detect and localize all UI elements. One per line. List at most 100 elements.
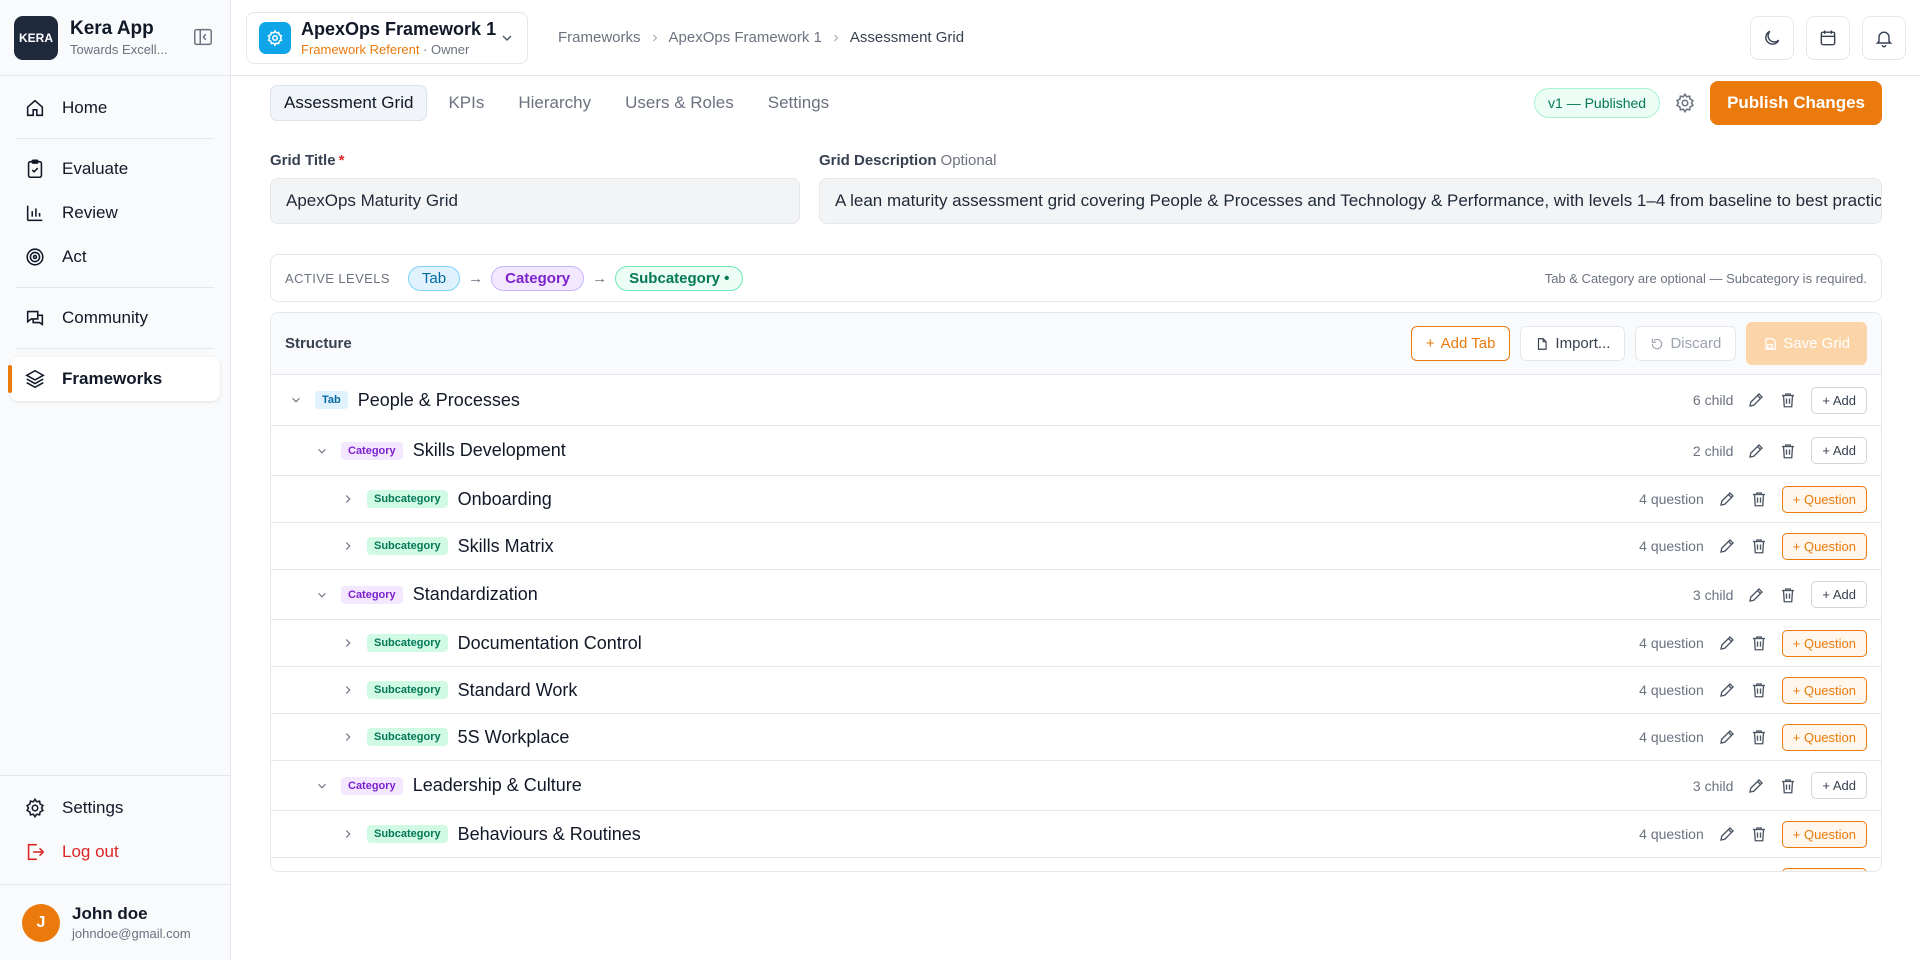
tree-row-category[interactable]: Category Leadership & Culture 3 child + Add	[271, 761, 1881, 811]
edit-icon[interactable]	[1718, 490, 1736, 508]
discard-button[interactable]: Discard	[1635, 326, 1737, 361]
trash-icon[interactable]	[1750, 728, 1768, 746]
tab-assessment-grid[interactable]: Assessment Grid	[270, 85, 428, 121]
add-child-button[interactable]: + Add	[1811, 437, 1867, 464]
notifications-button[interactable]	[1862, 15, 1906, 60]
tab-hierarchy[interactable]: Hierarchy	[505, 86, 604, 120]
level-pill-tab[interactable]: Tab	[407, 265, 461, 291]
grid-title-label: Grid Title *	[270, 152, 800, 169]
sidebar-item-settings[interactable]: Settings	[10, 786, 220, 830]
trash-icon[interactable]	[1779, 777, 1797, 795]
import-button[interactable]: Import...	[1520, 326, 1626, 361]
tree-row-subcategory[interactable]: Subcategory Skills Matrix 4 question + Ques…	[271, 523, 1881, 570]
chevron-down-icon[interactable]	[315, 444, 329, 458]
trash-icon[interactable]	[1750, 681, 1768, 699]
add-question-button[interactable]: + Question	[1781, 629, 1867, 657]
add-question-button[interactable]: + Question	[1781, 485, 1867, 513]
add-question-button[interactable]: + Question	[1781, 820, 1867, 848]
edit-icon[interactable]	[1718, 537, 1736, 555]
sidebar-item-frameworks[interactable]: Frameworks	[8, 357, 220, 401]
clipboard-icon	[24, 158, 46, 180]
add-child-button[interactable]: + Add	[1811, 772, 1867, 799]
chevron-right-icon[interactable]	[341, 827, 355, 841]
save-grid-button[interactable]: Save Grid	[1746, 322, 1867, 365]
trash-icon[interactable]	[1750, 634, 1768, 652]
tree-row-tab[interactable]: Tab People & Processes 6 child + Add	[271, 375, 1881, 426]
chevron-right-icon[interactable]	[341, 636, 355, 650]
row-title: Behaviours & Routines	[457, 823, 641, 844]
trash-icon[interactable]	[1750, 825, 1768, 843]
status-badge: v1 — Published	[1534, 88, 1661, 118]
breadcrumb-framework[interactable]: ApexOps Framework 1	[669, 29, 822, 46]
topbar: ApexOps Framework 1 Framework Referent ·…	[231, 0, 1920, 76]
tab-kpis[interactable]: KPIs	[435, 86, 497, 120]
logout-button[interactable]: Log out	[10, 830, 220, 874]
app-name: Kera App	[70, 18, 154, 39]
row-title: Documentation Control	[457, 632, 642, 653]
tab-users-roles[interactable]: Users & Roles	[612, 86, 747, 120]
sidebar-item-community[interactable]: Community	[10, 296, 220, 340]
level-pill-category[interactable]: Category	[491, 265, 585, 291]
tree-row-subcategory[interactable]: SubcategoryVision & Direction4 question+…	[271, 858, 1881, 871]
tree-row-subcategory[interactable]: Subcategory Onboarding 4 question + Questio…	[271, 476, 1881, 523]
trash-icon[interactable]	[1750, 490, 1768, 508]
trash-icon[interactable]	[1779, 391, 1797, 409]
chevron-down-icon[interactable]	[315, 779, 329, 793]
edit-icon[interactable]	[1747, 586, 1765, 604]
level-badge: Subcategory	[367, 728, 448, 746]
page-tabs: Assessment Grid KPIs Hierarchy Users & R…	[270, 76, 1882, 130]
edit-icon[interactable]	[1747, 391, 1765, 409]
add-tab-button[interactable]: + Add Tab	[1410, 326, 1511, 361]
chevron-right-icon[interactable]	[341, 683, 355, 697]
user-profile[interactable]: J John doe johndoe@gmail.com	[0, 884, 230, 960]
edit-icon[interactable]	[1718, 634, 1736, 652]
sidebar-item-label: Home	[62, 98, 108, 117]
logout-label: Log out	[62, 842, 119, 861]
edit-icon[interactable]	[1718, 681, 1736, 699]
add-question-button[interactable]: + Question	[1781, 723, 1867, 751]
level-arrow: →	[468, 269, 484, 287]
framework-switcher[interactable]: ApexOps Framework 1 Framework Referent ·…	[246, 11, 528, 64]
tree-row-subcategory[interactable]: Subcategory Behaviours & Routines 4 questi…	[271, 811, 1881, 858]
trash-icon[interactable]	[1779, 442, 1797, 460]
grid-title-input[interactable]: ApexOps Maturity Grid	[270, 178, 800, 224]
sidebar-item-act[interactable]: Act	[10, 235, 220, 279]
chevron-right-icon[interactable]	[341, 539, 355, 553]
sidebar-collapse-icon[interactable]	[192, 26, 216, 50]
chevron-down-icon[interactable]	[315, 588, 329, 602]
tree-row-subcategory[interactable]: Subcategory Standard Work 4 question + Ques…	[271, 667, 1881, 714]
edit-icon[interactable]	[1747, 442, 1765, 460]
row-count: 3 child	[1692, 586, 1734, 603]
edit-icon[interactable]	[1747, 777, 1765, 795]
calendar-button[interactable]	[1806, 15, 1850, 60]
app-tagline: Towards Excell...	[70, 42, 168, 57]
row-title: Standardization	[412, 584, 538, 604]
chevron-down-icon[interactable]	[289, 393, 303, 407]
add-question-button[interactable]: + Question	[1781, 676, 1867, 704]
sidebar-item-home[interactable]: Home	[10, 86, 220, 130]
gear-icon[interactable]	[1674, 92, 1696, 114]
trash-icon[interactable]	[1779, 586, 1797, 604]
chevron-right-icon[interactable]	[341, 730, 355, 744]
sidebar-item-evaluate[interactable]: Evaluate	[10, 147, 220, 191]
edit-icon[interactable]	[1718, 825, 1736, 843]
tab-settings[interactable]: Settings	[755, 86, 842, 120]
edit-icon[interactable]	[1718, 728, 1736, 746]
add-child-button[interactable]: + Add	[1811, 386, 1867, 414]
tree-row-category[interactable]: Category Standardization 3 child + Add	[271, 570, 1881, 620]
app-logo[interactable]: KERA	[14, 15, 58, 60]
grid-description-input[interactable]: A lean maturity assessment grid covering…	[819, 178, 1882, 224]
add-question-button[interactable]: + Question	[1781, 867, 1867, 871]
tree-row-subcategory[interactable]: Subcategory Documentation Control 4 questi…	[271, 620, 1881, 667]
sidebar-item-review[interactable]: Review	[10, 191, 220, 235]
level-pill-subcategory[interactable]: Subcategory •	[615, 265, 744, 291]
trash-icon[interactable]	[1750, 537, 1768, 555]
add-question-button[interactable]: + Question	[1781, 532, 1867, 560]
breadcrumb-frameworks[interactable]: Frameworks	[558, 29, 641, 46]
tree-row-subcategory[interactable]: Subcategory 5S Workplace 4 question + Quest…	[271, 714, 1881, 761]
chevron-right-icon[interactable]	[341, 492, 355, 506]
tree-row-category[interactable]: Category Skills Development 2 child + Add	[271, 426, 1881, 476]
theme-toggle-button[interactable]	[1750, 15, 1794, 60]
add-child-button[interactable]: + Add	[1811, 581, 1867, 608]
publish-changes-button[interactable]: Publish Changes	[1710, 81, 1882, 125]
